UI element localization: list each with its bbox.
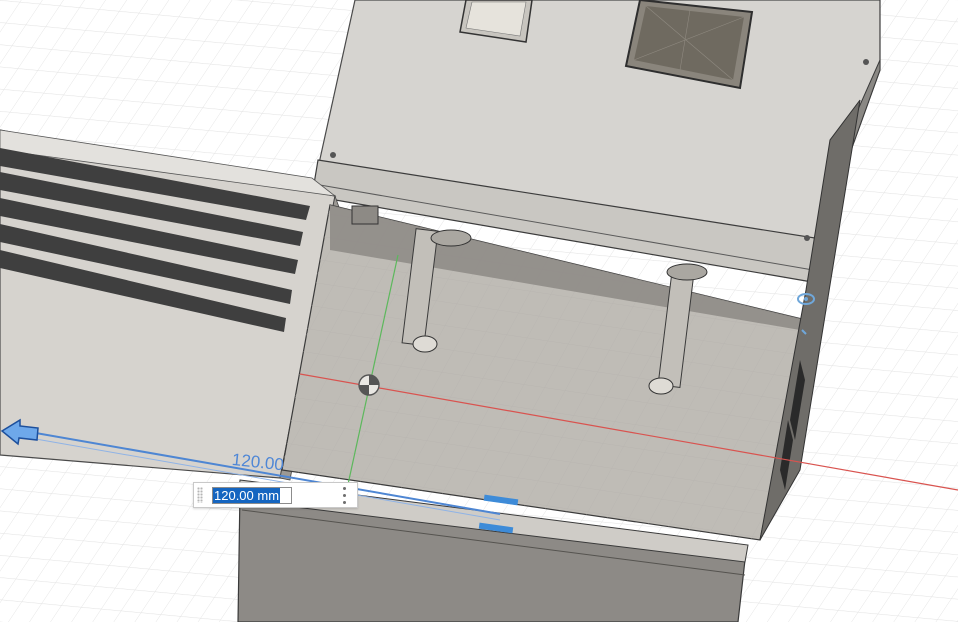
vented-side-panel[interactable] <box>0 129 341 481</box>
grip-handle-icon[interactable] <box>197 487 203 503</box>
dimension-input-box: 120.00 mm <box>193 482 358 508</box>
distance-input[interactable] <box>212 487 292 504</box>
origin-marker-icon[interactable] <box>358 374 380 396</box>
more-vertical-icon[interactable] <box>341 487 347 504</box>
3d-viewport[interactable] <box>0 0 958 622</box>
